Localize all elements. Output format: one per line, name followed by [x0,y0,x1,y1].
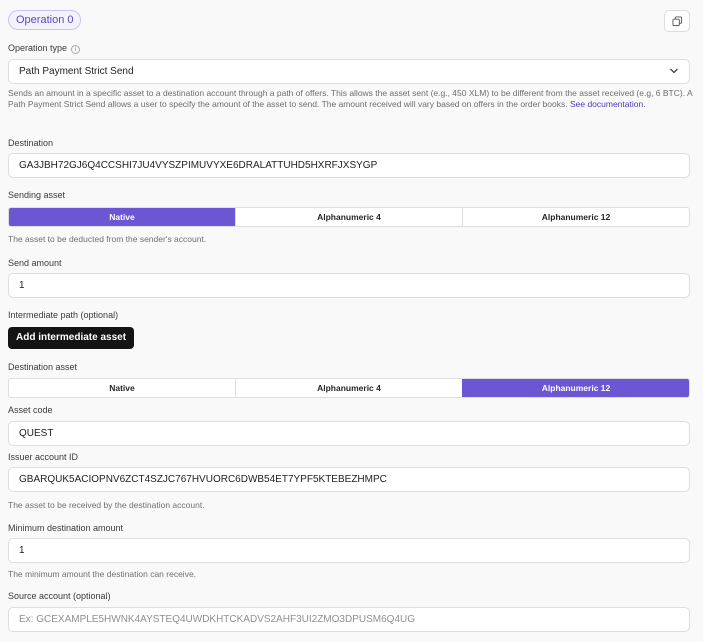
chevron-down-icon [670,68,678,74]
sending-asset-label: Sending asset [8,190,66,200]
sending-asset-native[interactable]: Native [9,208,235,226]
operation-type-value: Path Payment Strict Send [19,66,134,77]
destination-asset-label: Destination asset [8,362,78,372]
see-documentation-link[interactable]: See documentation. [570,99,646,110]
operation-type-label: Operation type i [8,43,81,54]
min-destination-amount-input[interactable]: 1 [8,538,690,563]
destination-input[interactable]: GA3JBH72GJ6Q4CCSHI7JU4VYSZPIMUVYXE6DRALA… [8,153,690,178]
send-amount-input[interactable]: 1 [8,273,690,298]
destination-asset-alphanumeric-4[interactable]: Alphanumeric 4 [235,379,462,397]
destination-asset-native[interactable]: Native [9,379,235,397]
sending-asset-hint: The asset to be deducted from the sender… [8,234,207,244]
info-icon[interactable]: i [71,45,81,54]
asset-code-input[interactable]: QUEST [8,421,690,446]
min-destination-amount-hint: The minimum amount the destination can r… [8,569,197,579]
sending-asset-alphanumeric-12[interactable]: Alphanumeric 12 [462,208,689,226]
destination-asset-alphanumeric-12[interactable]: Alphanumeric 12 [462,379,689,397]
issuer-account-label: Issuer account ID [8,452,79,462]
source-account-input[interactable]: Ex: GCEXAMPLE5HWNK4AYSTEQ4UWDKHTCKADVS2A… [8,607,690,632]
send-amount-label: Send amount [8,258,62,268]
source-account-label: Source account (optional) [8,591,111,601]
operation-header: Operation 0 [8,10,690,32]
sending-asset-selector: Native Alphanumeric 4 Alphanumeric 12 [8,207,690,227]
intermediate-path-label: Intermediate path (optional) [8,310,119,320]
copy-operation-button[interactable] [664,10,690,32]
destination-asset-selector: Native Alphanumeric 4 Alphanumeric 12 [8,378,690,398]
issuer-account-input[interactable]: GBARQUK5ACIOPNV6ZCT4SZJC767HVUORC6DWB54E… [8,467,690,492]
destination-label: Destination [8,138,54,148]
sending-asset-alphanumeric-4[interactable]: Alphanumeric 4 [235,208,462,226]
issuer-hint: The asset to be received by the destinat… [8,500,205,510]
min-destination-amount-label: Minimum destination amount [8,523,124,533]
operation-type-description: Sends an amount in a specific asset to a… [8,88,693,110]
operation-type-select[interactable]: Path Payment Strict Send [8,59,690,84]
copy-icon [671,15,682,26]
operation-badge: Operation 0 [8,10,82,30]
add-intermediate-asset-button[interactable]: Add intermediate asset [8,327,135,349]
asset-code-label: Asset code [8,405,53,415]
